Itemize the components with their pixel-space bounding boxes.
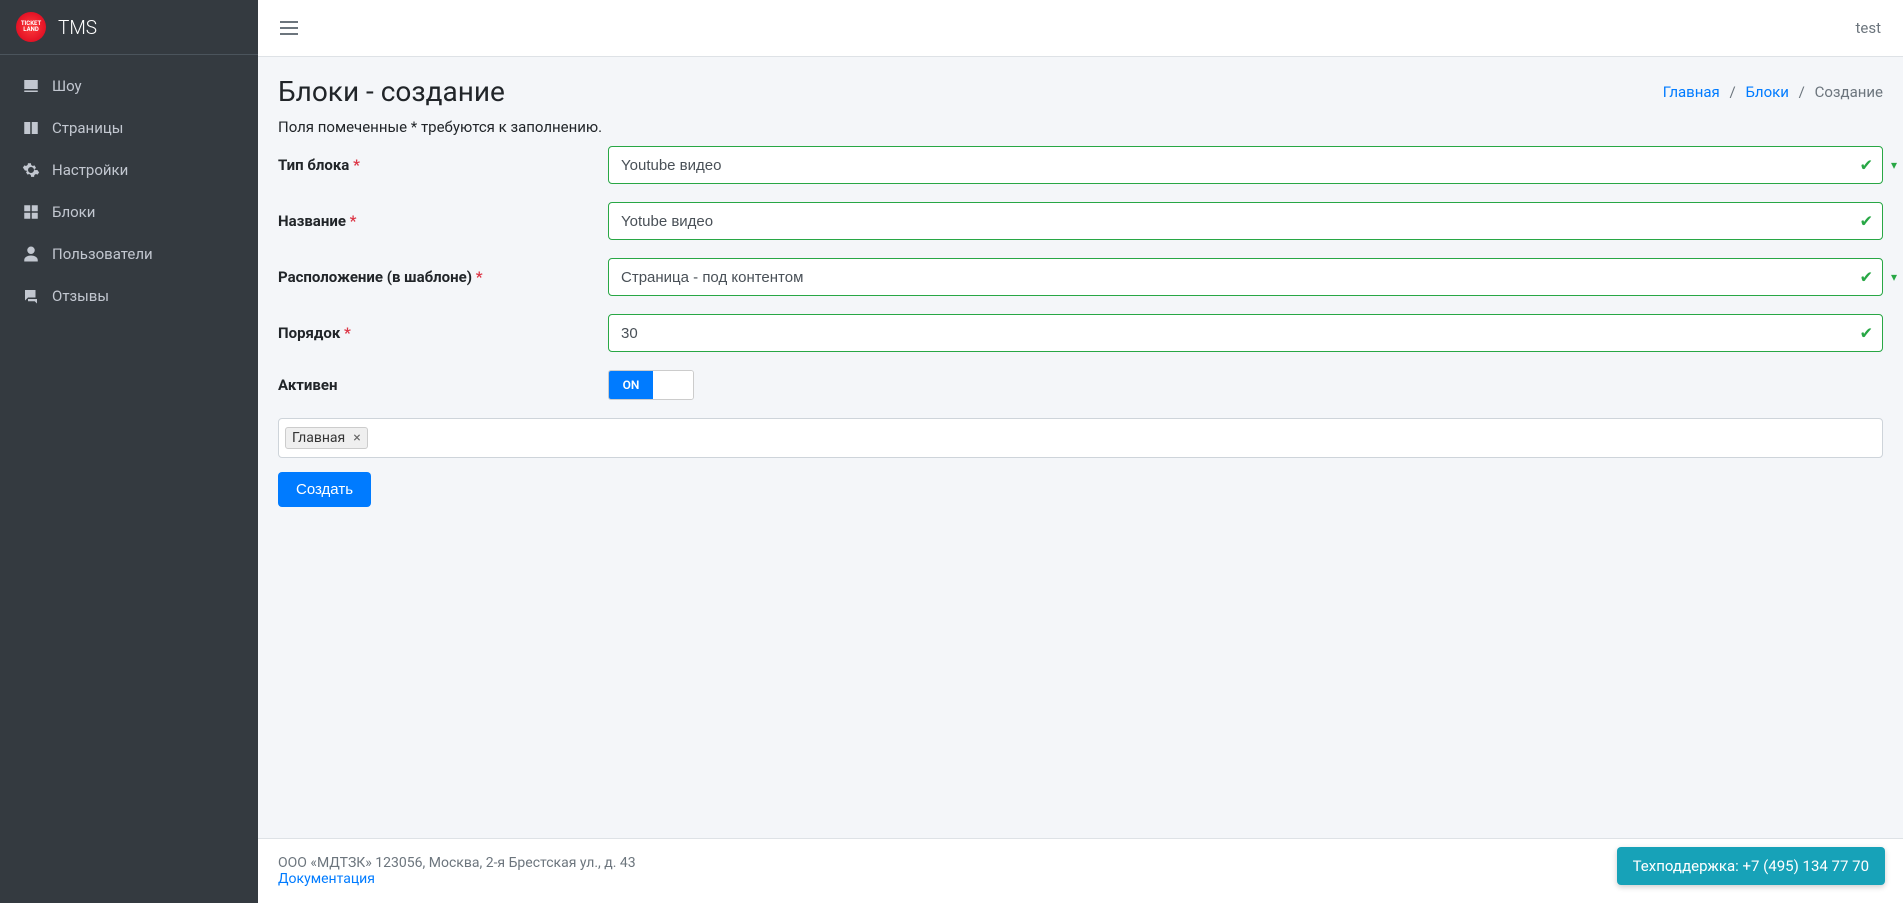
row-placement: Расположение (в шаблоне) * Страница - по… (278, 258, 1883, 296)
sidebar-nav: Шоу Страницы Настройки Блоки Пользовател… (0, 55, 258, 327)
row-active: Активен ON (278, 370, 1883, 400)
placement-select[interactable]: Страница - под контентом (608, 258, 1883, 296)
order-label: Порядок * (278, 324, 608, 342)
tag-container[interactable]: Главная × (278, 418, 1883, 458)
type-select[interactable]: Youtube видео (608, 146, 1883, 184)
sidebar-item-label: Отзывы (52, 287, 109, 305)
chevron-down-icon: ▾ (1891, 158, 1897, 172)
brand-logo: TICKET LAND (16, 12, 46, 42)
order-input[interactable] (608, 314, 1883, 352)
topbar: test (258, 0, 1903, 57)
brand-name: TMS (58, 16, 97, 39)
monitor-icon (20, 75, 42, 97)
sidebar-item-pages[interactable]: Страницы (8, 107, 250, 149)
sidebar-item-users[interactable]: Пользователи (8, 233, 250, 275)
sidebar-item-reviews[interactable]: Отзывы (8, 275, 250, 317)
active-toggle[interactable]: ON (608, 370, 694, 400)
sidebar-item-label: Настройки (52, 161, 128, 179)
type-label: Тип блока * (278, 156, 608, 174)
main: test Блоки - создание Главная / Блоки / … (258, 0, 1903, 903)
name-input[interactable] (608, 202, 1883, 240)
submit-button[interactable]: Создать (278, 472, 371, 507)
breadcrumb-current: Создание (1815, 83, 1883, 101)
brand[interactable]: TICKET LAND TMS (0, 0, 258, 55)
sidebar-item-label: Шоу (52, 77, 82, 95)
topbar-user[interactable]: test (1855, 19, 1887, 37)
content-header: Блоки - создание Главная / Блоки / Созда… (258, 57, 1903, 118)
breadcrumb-parent[interactable]: Блоки (1745, 83, 1788, 101)
user-icon (20, 243, 42, 265)
sidebar: TICKET LAND TMS Шоу Страницы Настройки Б… (0, 0, 258, 903)
form-hint: Поля помеченные * требуются к заполнению… (278, 118, 1883, 136)
active-label: Активен (278, 376, 608, 394)
sidebar-item-show[interactable]: Шоу (8, 65, 250, 107)
tag-remove-icon[interactable]: × (353, 430, 360, 446)
sidebar-item-label: Блоки (52, 203, 95, 221)
footer-docs-link[interactable]: Документация (278, 871, 375, 887)
sidebar-item-label: Страницы (52, 119, 123, 137)
row-name: Название * ✔ (278, 202, 1883, 240)
gear-icon (20, 159, 42, 181)
breadcrumb-home[interactable]: Главная (1663, 83, 1720, 101)
toggle-off-space (653, 371, 693, 399)
sidebar-item-blocks[interactable]: Блоки (8, 191, 250, 233)
chevron-down-icon: ▾ (1891, 270, 1897, 284)
comments-icon (20, 285, 42, 307)
page-title: Блоки - создание (278, 75, 505, 108)
name-label: Название * (278, 212, 608, 230)
support-button[interactable]: Техподдержка: +7 (495) 134 77 70 (1617, 847, 1885, 885)
tag-label: Главная (292, 430, 345, 446)
row-type: Тип блока * Youtube видео ✔ ▾ (278, 146, 1883, 184)
tag-item: Главная × (285, 427, 368, 449)
sidebar-item-label: Пользователи (52, 245, 153, 263)
breadcrumb: Главная / Блоки / Создание (1663, 83, 1883, 101)
columns-icon (20, 117, 42, 139)
row-order: Порядок * ✔ (278, 314, 1883, 352)
hamburger-button[interactable] (274, 15, 304, 41)
sidebar-item-settings[interactable]: Настройки (8, 149, 250, 191)
toggle-on-label: ON (609, 371, 653, 399)
grid-icon (20, 201, 42, 223)
placement-label: Расположение (в шаблоне) * (278, 268, 608, 286)
content: Поля помеченные * требуются к заполнению… (258, 118, 1903, 903)
